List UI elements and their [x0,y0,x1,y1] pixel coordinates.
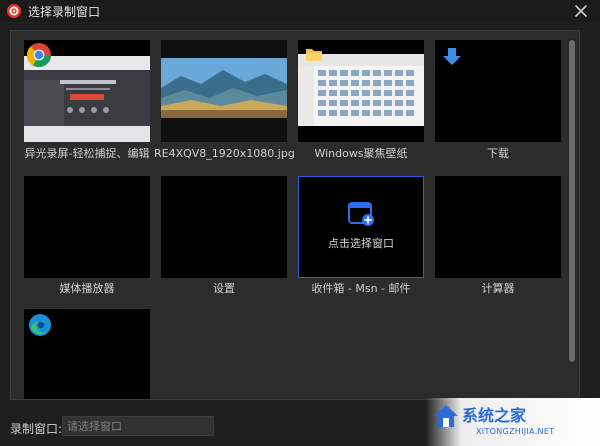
window-tile-photo[interactable] [161,40,287,142]
watermark-url: XITONGZHIJIA.NET [476,427,555,436]
window-tile-calculator[interactable] [435,176,561,278]
window-tile-media-player[interactable] [24,176,150,278]
window-title: 选择录制窗口 [28,5,101,19]
chrome-icon [26,43,51,68]
window-label: 计算器 [481,282,515,295]
photo-thumbnail [161,40,287,142]
watermark-text: 系统之家 [462,406,527,425]
window-label: 媒体播放器 [59,282,115,295]
scrollbar[interactable] [568,38,576,364]
window-label: 下载 [487,147,509,160]
window-tile-settings[interactable] [161,176,287,278]
hover-text: 点击选择窗口 [328,237,394,250]
window-label: Windows聚焦壁纸 [314,147,408,160]
edge-icon [29,314,51,336]
close-icon [575,5,587,17]
scrollbar-thumb[interactable] [569,40,575,362]
app-logo-icon [7,4,21,18]
window-label: RE4XQV8_1920x1080.jpg - 照 [154,147,294,160]
record-window-input[interactable] [62,416,214,436]
window-tile-download[interactable] [435,40,561,142]
house-logo-icon [434,405,458,427]
close-button[interactable] [572,2,590,20]
window-tile-browser[interactable] [24,40,150,142]
window-label: 异光录屏-轻松捕捉、编辑 [24,147,150,160]
window-list: 异光录屏-轻松捕捉、编辑 RE4XQV8_1920x1080.jpg - 照 [10,30,580,400]
watermark: 系统之家 XITONGZHIJIA.NET [426,398,600,446]
title-bar: 选择录制窗口 [0,0,600,22]
folder-icon [306,49,322,61]
record-window-label: 录制窗口: [10,422,63,436]
window-label: 收件箱 - Msn - 邮件 [311,282,411,295]
download-arrow-icon [443,48,461,65]
window-tile-edge[interactable] [24,309,150,399]
window-tile-explorer[interactable] [298,40,424,142]
window-tile-mail[interactable]: 点击选择窗口 [298,176,424,278]
window-label: 设置 [213,282,235,295]
select-window-icon [348,202,374,226]
